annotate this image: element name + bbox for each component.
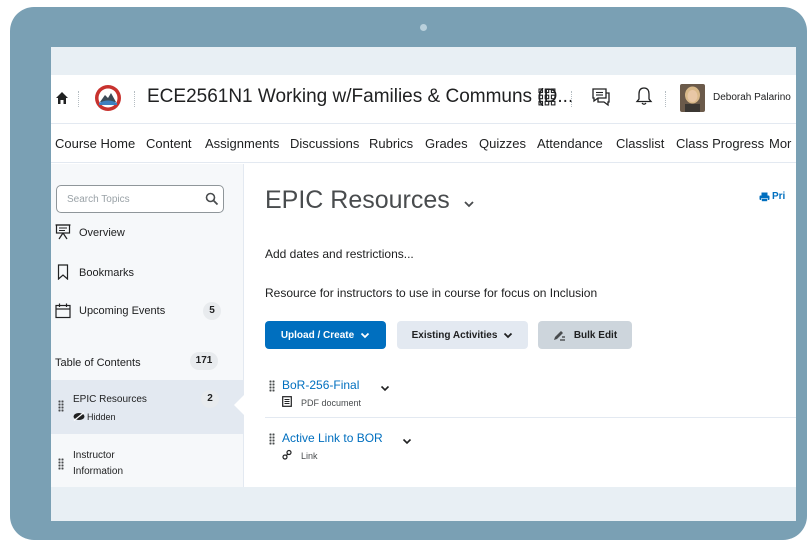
search-topics-input[interactable]: Search Topics: [56, 185, 224, 213]
pdf-document-icon: [282, 396, 292, 407]
button-label: Bulk Edit: [573, 329, 618, 341]
laptop-camera: [420, 24, 427, 31]
hidden-eye-icon: [73, 412, 85, 421]
module-count-badge: 2: [201, 390, 219, 408]
content-item-title[interactable]: BoR-256-Final: [282, 378, 359, 392]
drag-handle-icon[interactable]: [269, 380, 275, 392]
button-label: Existing Activities: [411, 329, 498, 341]
course-title[interactable]: ECE2561N1 Working w/Families & Communs (…: [147, 86, 573, 108]
sidebar-item-label: Bookmarks: [79, 267, 135, 279]
chevron-down-icon: [361, 332, 370, 338]
home-icon[interactable]: [55, 91, 69, 105]
top-header: ECE2561N1 Working w/Families & Communs (…: [51, 75, 796, 123]
chevron-down-icon: [504, 332, 513, 338]
main-content: EPIC Resources Pri Add dates and restric…: [245, 164, 796, 487]
drag-handle-icon[interactable]: [269, 433, 275, 445]
link-icon: [282, 449, 292, 460]
upload-create-button[interactable]: Upload / Create: [265, 321, 386, 349]
laptop-frame: ECE2561N1 Working w/Families & Communs (…: [10, 7, 807, 540]
existing-activities-button[interactable]: Existing Activities: [397, 321, 528, 349]
page-title: EPIC Resources: [265, 186, 450, 214]
content-sidebar: Search Topics Overview Bookmarks Upcomin…: [51, 164, 244, 487]
screen-bottom-area: [51, 487, 796, 521]
chevron-down-icon[interactable]: [463, 200, 475, 208]
sidebar-item-label: Overview: [79, 227, 125, 239]
nav-assignments[interactable]: Assignments: [205, 136, 279, 151]
sidebar-item-overview[interactable]: Overview: [51, 224, 244, 254]
chevron-down-icon[interactable]: [402, 438, 412, 445]
content-item-type: PDF document: [301, 398, 362, 408]
sidebar-item-upcoming-events[interactable]: Upcoming Events 5: [51, 302, 244, 332]
drag-handle-icon[interactable]: [58, 400, 64, 412]
nav-rubrics[interactable]: Rubrics: [369, 136, 413, 151]
sidebar-item-label: Upcoming Events: [79, 305, 166, 317]
nav-course-home[interactable]: Course Home: [55, 136, 135, 151]
upcoming-count-badge: 5: [203, 302, 221, 320]
bookmark-icon: [57, 264, 69, 280]
nav-content[interactable]: Content: [146, 136, 192, 151]
nav-classlist[interactable]: Classlist: [616, 136, 664, 151]
module-description: Resource for instructors to use in cours…: [265, 286, 598, 300]
hidden-status: Hidden: [87, 412, 116, 422]
module-title: Instructor Information: [73, 450, 124, 477]
bulk-edit-icon: [553, 330, 565, 341]
school-logo-icon[interactable]: [94, 84, 122, 112]
header-separator: [571, 91, 572, 107]
nav-class-progress[interactable]: Class Progress: [676, 136, 764, 151]
calendar-icon: [55, 303, 71, 319]
course-navbar: Course Home Content Assignments Discussi…: [51, 123, 796, 163]
message-alerts-icon[interactable]: [591, 87, 611, 107]
nav-grades[interactable]: Grades: [425, 136, 468, 151]
button-label: Upload / Create: [280, 329, 355, 341]
search-icon[interactable]: [205, 192, 219, 206]
content-item-row[interactable]: Active Link to BOR Link: [265, 431, 796, 473]
nav-discussions[interactable]: Discussions: [290, 136, 359, 151]
header-separator: [665, 91, 666, 107]
nav-more[interactable]: Mor: [769, 136, 791, 151]
module-title: EPIC Resources: [73, 394, 147, 405]
item-divider: [265, 417, 796, 418]
user-avatar[interactable]: [680, 84, 705, 112]
sidebar-module-epic-resources[interactable]: EPIC Resources 2 Hidden: [51, 380, 244, 434]
nav-attendance[interactable]: Attendance: [537, 136, 603, 151]
lms-window: ECE2561N1 Working w/Families & Communs (…: [51, 75, 796, 487]
add-dates-link[interactable]: Add dates and restrictions...: [265, 247, 414, 261]
table-of-contents-label[interactable]: Table of Contents: [55, 357, 141, 369]
printer-icon[interactable]: [759, 192, 770, 202]
presentation-board-icon: [55, 224, 71, 240]
content-item-title[interactable]: Active Link to BOR: [282, 431, 383, 445]
notifications-bell-icon[interactable]: [635, 86, 653, 106]
search-placeholder: Search Topics: [67, 194, 130, 205]
laptop-screen: ECE2561N1 Working w/Families & Communs (…: [51, 47, 796, 521]
toc-count-badge: 171: [190, 352, 218, 370]
user-name[interactable]: Deborah Palarino: [713, 92, 791, 103]
course-selector-grid-icon[interactable]: [538, 88, 556, 106]
sidebar-module-instructor-information[interactable]: Instructor Information: [51, 436, 244, 486]
drag-handle-icon[interactable]: [58, 458, 64, 470]
chevron-down-icon[interactable]: [380, 385, 390, 392]
print-link[interactable]: Pri: [772, 191, 785, 202]
header-separator: [134, 91, 135, 107]
header-separator: [78, 91, 79, 107]
bulk-edit-button[interactable]: Bulk Edit: [538, 321, 632, 349]
nav-quizzes[interactable]: Quizzes: [479, 136, 526, 151]
sidebar-item-bookmarks[interactable]: Bookmarks: [51, 264, 244, 294]
content-item-row[interactable]: BoR-256-Final PDF document: [265, 378, 796, 420]
content-item-type: Link: [301, 451, 318, 461]
